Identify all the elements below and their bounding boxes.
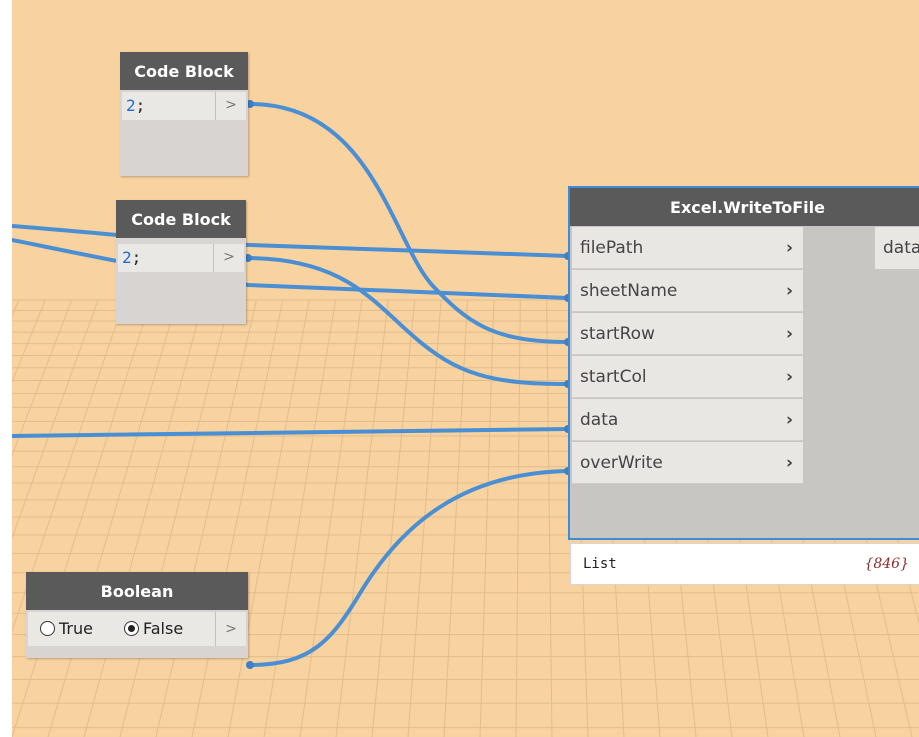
code-semicolon: ;	[135, 96, 146, 115]
output-port[interactable]: >	[215, 612, 246, 646]
preview-bubble[interactable]: List {846}	[570, 543, 919, 585]
port-label: data	[883, 238, 919, 258]
radio-empty-icon[interactable]	[40, 621, 55, 636]
output-port[interactable]: >	[213, 244, 244, 272]
grid-line	[299, 299, 363, 737]
input-port-start-col[interactable]: startCol ›	[572, 356, 803, 398]
true-option-label[interactable]: True	[59, 612, 93, 646]
grid-line	[12, 299, 73, 457]
code-block-node[interactable]: Code Block 2; >	[120, 52, 248, 176]
code-semicolon: ;	[131, 248, 142, 267]
grid-line	[12, 299, 46, 384]
grid-line	[12, 299, 152, 737]
preview-item-count: {846}	[864, 556, 909, 572]
grid-line	[335, 299, 389, 737]
chevron-right-icon: ›	[785, 238, 793, 258]
grid-line	[407, 299, 442, 737]
node-title: Excel.WriteToFile	[570, 188, 919, 226]
graph-canvas[interactable]: Code Block 2; > Code Block 2; > Excel.Wr…	[12, 0, 919, 737]
grid-line	[479, 299, 495, 737]
code-number: 2	[126, 96, 136, 115]
grid-line	[263, 299, 337, 737]
node-title: Boolean	[26, 572, 248, 610]
port-label: sheetName	[580, 281, 678, 301]
port-label: data	[580, 410, 619, 430]
output-port-data[interactable]: data	[875, 227, 919, 269]
code-text[interactable]: 2;	[126, 92, 145, 120]
grid-line	[371, 299, 416, 737]
grid-line	[546, 299, 553, 737]
grid-line	[155, 299, 257, 737]
input-port-overwrite[interactable]: overWrite ›	[572, 442, 803, 484]
grid-line	[119, 299, 231, 737]
grid-line	[12, 299, 99, 540]
boolean-options: True False >	[28, 612, 246, 646]
code-editor[interactable]: 2; >	[118, 244, 244, 272]
port-label: overWrite	[580, 453, 663, 473]
preview-list-label: List	[583, 556, 617, 572]
radio-selected-dot	[128, 625, 135, 632]
input-port-sheet-name[interactable]: sheetName ›	[572, 270, 803, 312]
grid-line	[443, 299, 468, 737]
false-option-label[interactable]: False	[143, 612, 183, 646]
node-title: Code Block	[116, 200, 246, 238]
input-port-data[interactable]: data ›	[572, 399, 803, 441]
port-label: startRow	[580, 324, 655, 344]
chevron-right-icon: ›	[785, 324, 793, 344]
grid-line	[12, 299, 125, 633]
input-port-start-row[interactable]: startRow ›	[572, 313, 803, 355]
grid-line	[515, 299, 521, 737]
code-block-node[interactable]: Code Block 2; >	[116, 200, 246, 324]
port-label: filePath	[580, 238, 644, 258]
excel-write-to-file-node[interactable]: Excel.WriteToFile filePath › sheetName ›…	[568, 186, 919, 540]
chevron-right-icon: ›	[785, 453, 793, 473]
code-editor[interactable]: 2; >	[122, 92, 246, 120]
grid-line	[12, 299, 20, 318]
code-number: 2	[122, 248, 132, 267]
grid-line	[191, 299, 284, 737]
node-title: Code Block	[120, 52, 248, 90]
chevron-right-icon: ›	[785, 367, 793, 387]
grid-line	[47, 299, 178, 737]
radio-filled-icon[interactable]	[124, 621, 139, 636]
input-port-file-path[interactable]: filePath ›	[572, 227, 803, 269]
boolean-node[interactable]: Boolean True False >	[26, 572, 248, 658]
port-label: startCol	[580, 367, 647, 387]
code-text[interactable]: 2;	[122, 244, 141, 272]
output-port[interactable]: >	[215, 92, 246, 120]
grid-line	[227, 299, 310, 737]
chevron-right-icon: ›	[785, 281, 793, 301]
chevron-right-icon: ›	[785, 410, 793, 430]
